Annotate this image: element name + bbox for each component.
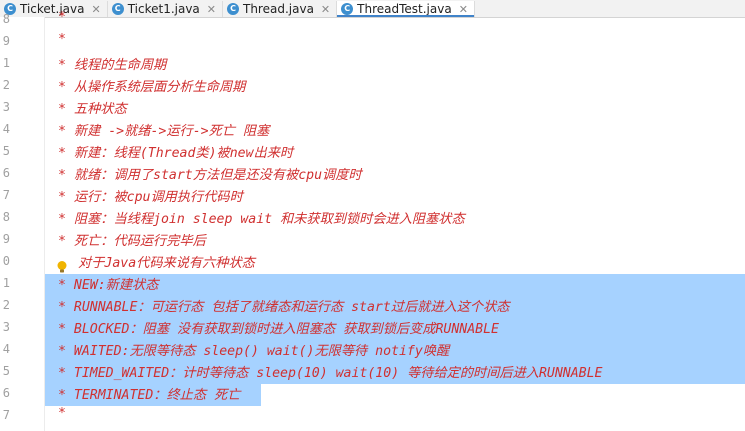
code-line: 对于Java代码来说有六种状态 bbox=[78, 256, 255, 271]
line-number: 7 bbox=[2, 408, 10, 422]
code-line: * bbox=[58, 406, 66, 421]
line-number: 2 bbox=[2, 78, 10, 92]
line-number: 0 bbox=[2, 254, 10, 268]
code-line: * bbox=[58, 10, 66, 25]
code-line: * 从操作系统层面分析生命周期 bbox=[58, 80, 246, 95]
line-number: 1 bbox=[2, 56, 10, 70]
code-line: * 新建：线程(Thread类)被new出来时 bbox=[58, 146, 294, 161]
code-line: * 阻塞：当线程join sleep wait 和未获取到锁时会进入阻塞状态 bbox=[58, 212, 465, 227]
code-line: * 五种状态 bbox=[58, 102, 127, 117]
line-number: 7 bbox=[2, 188, 10, 202]
code-line: * 线程的生命周期 bbox=[58, 58, 167, 73]
code-line: * RUNNABLE：可运行态 包括了就绪态和运行态 start过后就进入这个状… bbox=[58, 300, 510, 315]
line-number: 9 bbox=[2, 34, 10, 48]
line-number: 9 bbox=[2, 232, 10, 246]
intention-bulb-icon[interactable] bbox=[56, 260, 68, 274]
line-number: 4 bbox=[2, 342, 10, 356]
line-number: 5 bbox=[2, 364, 10, 378]
code-line: * 新建 ->就绪->运行->死亡 阻塞 bbox=[58, 124, 270, 139]
code-line: * 就绪：调用了start方法但是还没有被cpu调度时 bbox=[58, 168, 362, 183]
line-number: 4 bbox=[2, 122, 10, 136]
code-line: * 死亡：代码运行完毕后 bbox=[58, 234, 206, 249]
line-number: 3 bbox=[2, 100, 10, 114]
code-line: * TIMED_WAITED：计时等待态 sleep(10) wait(10) … bbox=[58, 366, 603, 381]
line-number: 8 bbox=[2, 210, 10, 224]
code-line: * bbox=[58, 32, 66, 47]
line-number: 6 bbox=[2, 386, 10, 400]
code-line: * BLOCKED：阻塞 没有获取到锁时进入阻塞态 获取到锁后变成RUNNABL… bbox=[58, 322, 499, 337]
line-number: 3 bbox=[2, 320, 10, 334]
code-line: * TERMINATED：终止态 死亡 bbox=[58, 388, 241, 403]
code-line: * NEW:新建状态 bbox=[58, 278, 159, 293]
line-number: 8 bbox=[2, 12, 10, 26]
line-number: 5 bbox=[2, 144, 10, 158]
line-number: 2 bbox=[2, 298, 10, 312]
code-line: * 运行：被cpu调用执行代码时 bbox=[58, 190, 243, 205]
code-line: * WAITED:无限等待态 sleep() wait()无限等待 notify… bbox=[58, 344, 450, 359]
line-number: 6 bbox=[2, 166, 10, 180]
line-number: 1 bbox=[2, 276, 10, 290]
